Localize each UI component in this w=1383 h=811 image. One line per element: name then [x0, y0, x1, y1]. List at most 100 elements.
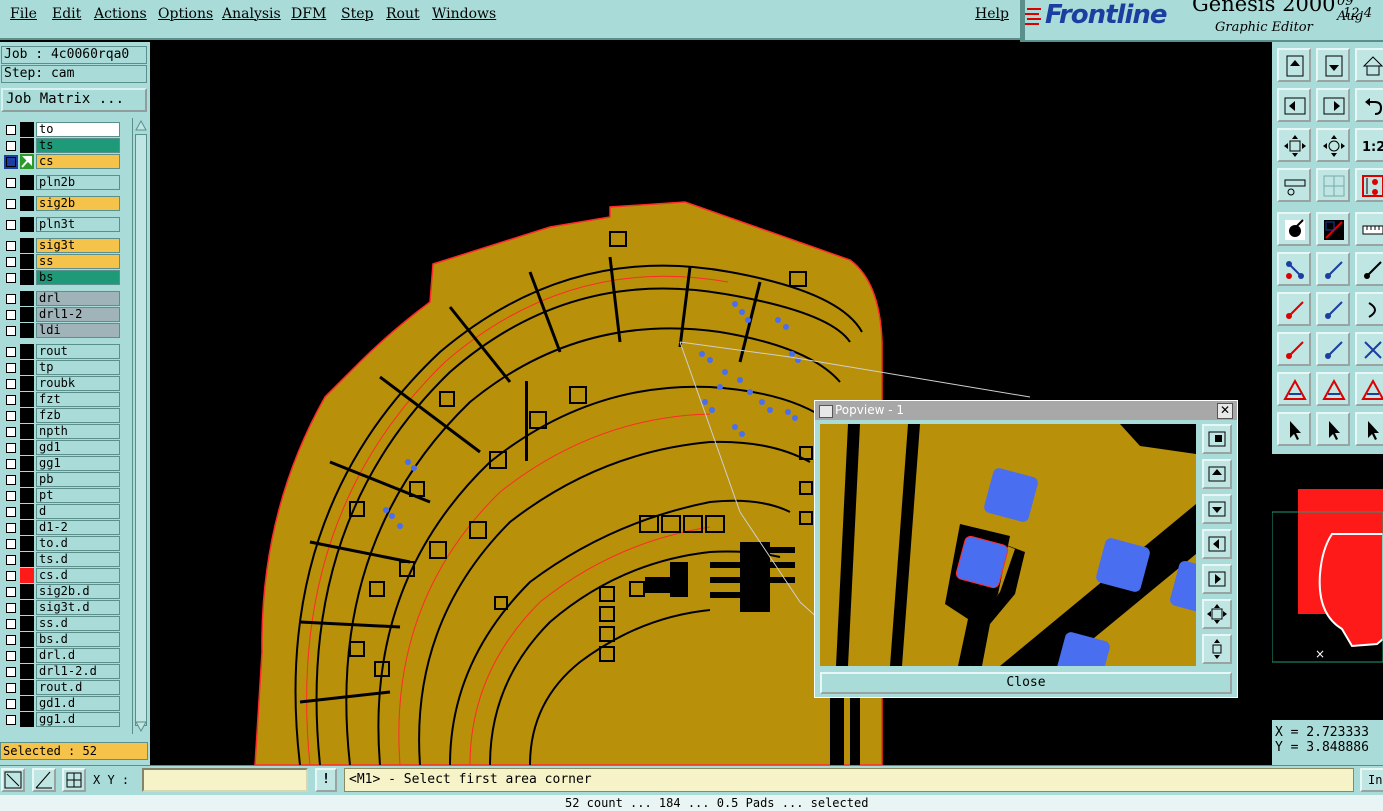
layer-checkbox[interactable] [6, 241, 16, 251]
popview-left-icon[interactable] [1202, 529, 1232, 559]
layer-row[interactable]: tp [2, 360, 120, 375]
layer-checkbox[interactable] [6, 475, 16, 485]
layer-row[interactable]: d [2, 504, 120, 519]
layer-checkbox[interactable] [6, 715, 16, 725]
scroll-down-icon[interactable] [135, 720, 147, 732]
layer-row[interactable]: sig2b.d [2, 584, 120, 599]
draw-line-alt-icon[interactable] [1316, 292, 1350, 326]
layer-checkbox[interactable] [6, 379, 16, 389]
xy-input[interactable] [142, 768, 308, 792]
layer-row[interactable]: d1-2 [2, 520, 120, 535]
layer-row[interactable]: pt [2, 488, 120, 503]
menu-file[interactable]: File [10, 6, 37, 22]
layer-checkbox[interactable] [6, 587, 16, 597]
page-right-icon[interactable] [1316, 88, 1350, 122]
ruler-icon[interactable] [1355, 212, 1383, 246]
scroll-thumb[interactable] [135, 134, 147, 726]
layer-checkbox[interactable] [6, 310, 16, 320]
page-down-icon[interactable] [1316, 48, 1350, 82]
layer-checkbox[interactable] [6, 220, 16, 230]
line-cut-icon[interactable] [1316, 332, 1350, 366]
pad-add-icon[interactable] [1277, 332, 1311, 366]
select-pad-icon[interactable] [1277, 212, 1311, 246]
layer-row[interactable]: gd1 [2, 440, 120, 455]
layer-row[interactable]: drl1-2.d [2, 664, 120, 679]
select-line-icon[interactable] [1316, 212, 1350, 246]
input-button[interactable]: In [1360, 768, 1383, 792]
popview-up-icon[interactable] [1202, 459, 1232, 489]
popview-fit-icon[interactable] [1202, 599, 1232, 629]
fit-profile-icon[interactable] [1316, 128, 1350, 162]
scroll-up-icon[interactable] [135, 120, 147, 132]
popview-canvas[interactable] [820, 424, 1196, 666]
layer-row[interactable]: ts.d [2, 552, 120, 567]
layer-checkbox[interactable] [6, 603, 16, 613]
layer-checkbox[interactable] [6, 326, 16, 336]
layer-row[interactable]: ss [2, 254, 120, 269]
zoom-one-to-two-icon[interactable]: 1:2 [1355, 128, 1383, 162]
layer-row[interactable]: sig2b [2, 196, 120, 211]
measure-icon[interactable] [1277, 168, 1311, 202]
layer-checkbox[interactable] [6, 555, 16, 565]
layer-row[interactable]: roubk [2, 376, 120, 391]
triangle-icon[interactable] [1277, 372, 1311, 406]
layer-row[interactable]: ss.d [2, 616, 120, 631]
menu-dfm[interactable]: DFM [291, 6, 326, 22]
layer-row[interactable]: sig3t.d [2, 600, 120, 615]
menu-actions[interactable]: Actions [94, 6, 147, 22]
grid-icon[interactable] [1316, 168, 1350, 202]
measure-angle-icon[interactable] [32, 768, 56, 792]
layer-row[interactable]: fzb [2, 408, 120, 423]
cross-icon[interactable] [1355, 332, 1383, 366]
layer-checkbox[interactable] [6, 427, 16, 437]
popview-down-icon[interactable] [1202, 494, 1232, 524]
layer-row[interactable]: bs.d [2, 632, 120, 647]
arc-icon[interactable] [1355, 292, 1383, 326]
cursor-icon[interactable] [1277, 412, 1311, 446]
popview-center-icon[interactable] [1202, 634, 1232, 664]
layer-row[interactable]: gg1 [2, 456, 120, 471]
popview-zoom-icon[interactable] [1202, 424, 1232, 454]
menu-windows[interactable]: Windows [432, 6, 496, 22]
layer-row[interactable]: pb [2, 472, 120, 487]
delete-icon[interactable] [1316, 252, 1350, 286]
alert-icon[interactable]: ! [315, 768, 337, 792]
layer-row[interactable]: ldi [2, 323, 120, 338]
layer-checkbox[interactable] [6, 619, 16, 629]
layer-row[interactable]: cs [2, 154, 120, 169]
home-icon[interactable] [1355, 48, 1383, 82]
popview-close-button[interactable]: Close [820, 672, 1232, 694]
page-up-icon[interactable] [1277, 48, 1311, 82]
layer-scrollbar[interactable] [132, 118, 149, 734]
layer-checkbox[interactable] [6, 459, 16, 469]
menu-edit[interactable]: Edit [52, 6, 81, 22]
layer-checkbox[interactable] [6, 523, 16, 533]
undo-view-icon[interactable] [1355, 88, 1383, 122]
window-menu-icon[interactable] [819, 405, 833, 418]
layer-row[interactable]: npth [2, 424, 120, 439]
layer-checkbox[interactable] [6, 507, 16, 517]
layer-checkbox[interactable] [6, 395, 16, 405]
menu-analysis[interactable]: Analysis [222, 6, 281, 22]
layer-row[interactable]: pln2b [2, 175, 120, 190]
layer-row[interactable]: cs.d [2, 568, 120, 583]
cursor-box-icon[interactable] [1316, 412, 1350, 446]
layer-row[interactable]: fzt [2, 392, 120, 407]
layer-checkbox[interactable] [6, 347, 16, 357]
layer-checkbox[interactable] [6, 443, 16, 453]
layer-checkbox[interactable] [6, 571, 16, 581]
layer-row[interactable]: gg1.d [2, 712, 120, 727]
layer-checkbox[interactable] [6, 125, 16, 135]
cursor-circle-icon[interactable] [1355, 412, 1383, 446]
layer-row[interactable]: gd1.d [2, 696, 120, 711]
menu-help[interactable]: Help [975, 6, 1009, 22]
popview-window[interactable]: Popview - 1 ✕ Close [814, 400, 1238, 698]
layer-checkbox[interactable] [6, 651, 16, 661]
layer-row[interactable]: sig3t [2, 238, 120, 253]
layer-row[interactable]: bs [2, 270, 120, 285]
layer-checkbox[interactable] [6, 141, 16, 151]
layer-checkbox[interactable] [6, 199, 16, 209]
fit-all-icon[interactable] [1277, 128, 1311, 162]
menu-rout[interactable]: Rout [386, 6, 420, 22]
menu-step[interactable]: Step [341, 6, 373, 22]
